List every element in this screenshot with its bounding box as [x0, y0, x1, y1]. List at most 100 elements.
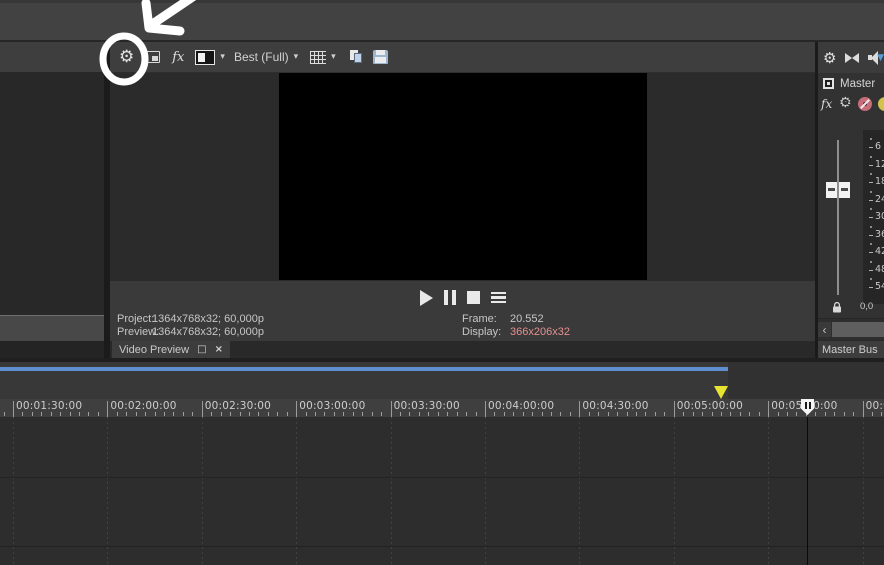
ruler-minor-tick [296, 412, 298, 416]
gain-value: 0,0 [860, 301, 874, 312]
ruler-minor-tick [362, 412, 364, 416]
split-screen-view-icon[interactable] [195, 49, 216, 65]
selection-end-marker[interactable] [714, 386, 728, 399]
track-divider [0, 546, 884, 547]
meter-scale-tick [869, 269, 873, 271]
master-track-header: Master [818, 73, 884, 94]
master-bus-window: ⚙ ▼ Master fx ⚙R 6 12 18 24 30 36 42 48 54 [818, 42, 884, 358]
preview-quality-dropdown[interactable]: Best (Full) [234, 50, 289, 64]
ruler-minor-tick [173, 412, 175, 416]
project-label: Project: [117, 313, 155, 325]
preview-controls: Project: 1364x768x32; 60,000p Preview: 1… [110, 281, 815, 341]
meter-scale-number: 30 [875, 211, 884, 222]
ruler-minor-tick [834, 412, 836, 416]
stop-button[interactable] [466, 291, 480, 304]
ruler-minor-tick [116, 412, 118, 416]
ruler-minor-tick [305, 412, 307, 416]
grid-overlay-icon[interactable] [310, 50, 327, 64]
ruler-minor-tick [22, 412, 24, 416]
external-monitor-icon[interactable] [145, 51, 161, 63]
ruler-minor-tick [768, 412, 770, 416]
fader-handle[interactable] [826, 182, 850, 198]
timeline-gridline [107, 417, 109, 565]
tab-video-preview[interactable]: Video Preview □ × [112, 341, 230, 358]
meter-scale-tick [869, 252, 873, 253]
ruler-minor-tick [824, 412, 826, 416]
ruler-minor-tick [211, 412, 213, 416]
timeline-gridline [390, 417, 392, 565]
master-bus-scrollbar[interactable]: ‹ [818, 318, 884, 340]
scroll-left-icon[interactable]: ‹ [818, 322, 831, 337]
ruler-minor-tick [881, 412, 883, 416]
ruler-tick-label: 00:02:30:00 [204, 400, 272, 412]
ruler-minor-tick [428, 412, 430, 416]
lock-fader-icon[interactable] [832, 302, 842, 313]
play-button[interactable] [419, 289, 433, 306]
save-snapshot-icon[interactable] [372, 50, 388, 64]
ruler-minor-tick [711, 412, 713, 416]
ruler-minor-tick [683, 412, 685, 416]
ruler-minor-tick [503, 412, 505, 416]
timeline-tracks[interactable] [0, 417, 884, 565]
ruler-minor-tick [484, 412, 486, 416]
preview-quality-dropdown-icon[interactable]: ▾ [294, 52, 299, 62]
meter-scale-dot [870, 208, 872, 211]
ruler-tick-label: 00:03:00:00 [299, 400, 366, 412]
tab-master-bus[interactable]: Master Bus [818, 340, 884, 358]
ruler-minor-tick [815, 412, 817, 416]
master-track-label: Master [840, 77, 876, 90]
ruler-minor-tick [720, 412, 722, 416]
speaker-downmix-icon[interactable]: ▼ [868, 51, 884, 65]
marker-bar[interactable] [0, 362, 884, 399]
ruler-minor-tick [843, 412, 845, 416]
ruler-minor-tick [418, 412, 420, 416]
ruler-tick-label: 00:04:30:00 [582, 400, 649, 412]
timeline-gridline [13, 417, 14, 565]
timeline-ruler[interactable]: 00:01:30:00 00:02:00:00 00:02:30:00 00:03:0… [0, 399, 884, 417]
video-output-fx-icon[interactable]: fx [172, 50, 184, 65]
mute-button[interactable] [858, 97, 872, 111]
meter-scale-dot [870, 173, 872, 176]
playhead-marker[interactable] [801, 399, 814, 415]
ruler-minor-tick [466, 412, 468, 416]
ruler-minor-tick [145, 412, 147, 416]
left-panel-tabstrip [0, 341, 104, 358]
ruler-minor-tick [635, 412, 637, 416]
ruler-minor-tick [220, 412, 222, 416]
automation-settings-icon[interactable]: ⚙ R [839, 95, 852, 111]
copy-snapshot-icon[interactable] [349, 50, 363, 64]
ruler-minor-tick [390, 412, 392, 416]
ruler-minor-tick [239, 412, 241, 416]
meter-scale-tick [869, 234, 873, 236]
bus-selector-icon[interactable] [823, 78, 834, 89]
solo-button[interactable] [878, 97, 884, 111]
fit-meters-icon[interactable] [845, 52, 860, 63]
ruler-minor-tick [31, 412, 33, 416]
maximize-icon[interactable]: □ [197, 344, 206, 355]
ruler-minor-tick [97, 412, 99, 416]
close-icon[interactable]: × [215, 344, 223, 355]
ruler-minor-tick [447, 412, 449, 416]
split-screen-dropdown-icon[interactable]: ▾ [220, 52, 225, 62]
tab-video-preview-label: Video Preview [119, 343, 190, 356]
ruler-minor-tick [551, 412, 553, 416]
ruler-minor-tick [201, 412, 203, 416]
mixer-settings-gear-icon[interactable]: ⚙ [823, 49, 836, 67]
selection-region-bar[interactable] [0, 367, 728, 371]
grid-overlay-dropdown-icon[interactable]: ▾ [331, 52, 336, 62]
window-title-strip [0, 0, 884, 42]
ruler-minor-tick [541, 412, 543, 416]
preview-quality-gear-icon[interactable]: ⚙ [119, 47, 134, 67]
preview-tab-strip: Video Preview □ × [110, 341, 815, 358]
ruler-minor-tick [315, 412, 317, 416]
ruler-minor-tick [617, 412, 619, 416]
ruler-minor-tick [692, 412, 694, 416]
pause-button[interactable] [443, 290, 456, 305]
master-fx-icon[interactable]: fx [821, 97, 832, 111]
scrollbar-thumb[interactable] [832, 322, 884, 337]
ruler-minor-tick [475, 412, 477, 416]
ruler-minor-tick [343, 412, 345, 416]
preview-status-readout: Project: 1364x768x32; 60,000p Preview: 1… [110, 311, 815, 341]
transport-menu-button[interactable] [490, 291, 506, 304]
ruler-tick-label: 00:02:00:00 [110, 400, 177, 412]
